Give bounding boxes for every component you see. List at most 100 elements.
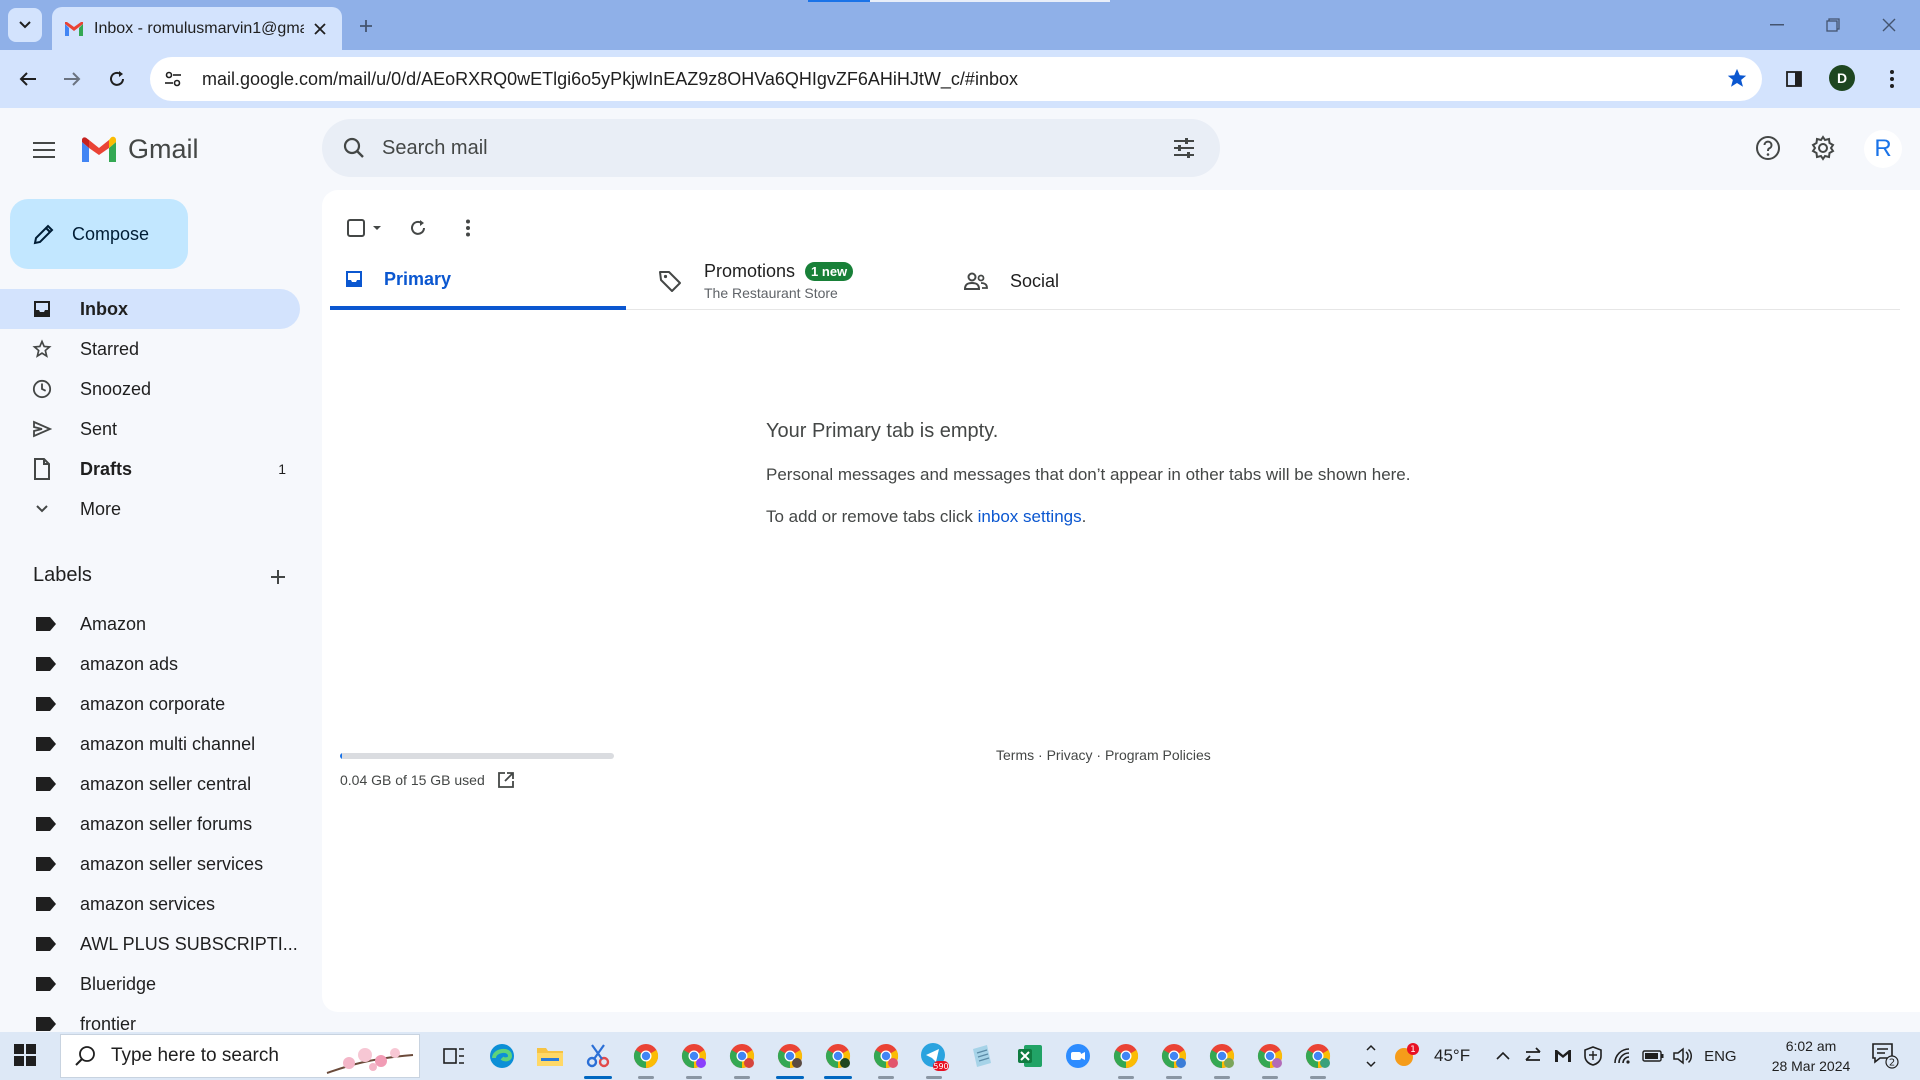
sidebar-item-drafts[interactable]: Drafts 1 [0,449,300,489]
snipping-tool-icon[interactable] [574,1032,622,1080]
chrome-profile-icon[interactable] [718,1032,766,1080]
terms-link[interactable]: Terms [996,747,1034,763]
restore-button[interactable] [1810,10,1856,40]
zoom-icon[interactable] [1054,1032,1102,1080]
bookmark-star-icon[interactable] [1726,67,1748,89]
taskbar-search-box[interactable]: Type here to search [60,1034,420,1078]
sidebar-item-sent[interactable]: Sent [0,409,300,449]
chrome-profile-icon[interactable] [1102,1032,1150,1080]
label-item[interactable]: AWL PLUS SUBSCRIPTI... [0,924,300,964]
account-avatar[interactable]: R [1864,130,1902,168]
chrome-profile-icon[interactable] [1150,1032,1198,1080]
new-tab-button[interactable] [352,12,380,40]
url-text[interactable]: mail.google.com/mail/u/0/d/AEoRXRQ0wETlg… [202,69,1018,90]
file-explorer-icon[interactable] [526,1032,574,1080]
search-icon[interactable] [334,128,374,168]
notepad-icon[interactable] [958,1032,1006,1080]
label-item[interactable]: amazon seller forums [0,804,300,844]
sidebar-item-snoozed[interactable]: Snoozed [0,369,300,409]
wifi-icon[interactable] [1608,1032,1638,1080]
search-options-icon[interactable] [1164,128,1204,168]
language-indicator[interactable]: ENG [1704,1048,1737,1065]
minimize-button[interactable] [1754,10,1800,40]
blossom-decoration-icon [326,1048,414,1074]
security-shield-icon[interactable] [1578,1032,1608,1080]
sidebar-item-inbox[interactable]: Inbox [0,289,300,329]
label-item[interactable]: amazon multi channel [0,724,300,764]
label-item[interactable]: amazon services [0,884,300,924]
tab-close-icon[interactable] [310,19,330,39]
forward-button[interactable] [56,63,88,95]
label-item[interactable]: amazon seller central [0,764,300,804]
sidebar-item-more[interactable]: More [0,489,300,529]
storage-usage-text: 0.04 GB of 15 GB used [340,772,485,788]
transfer-icon[interactable] [1518,1032,1548,1080]
telegram-icon[interactable]: 590 [910,1032,958,1080]
sidebar-item-starred[interactable]: Starred [0,329,300,369]
browser-profile-avatar[interactable]: D [1829,65,1855,91]
taskbar-clock[interactable]: 6:02 am 28 Mar 2024 [1756,1036,1866,1076]
inbox-settings-link[interactable]: inbox settings [978,507,1082,526]
tab-primary[interactable]: Primary [330,252,626,310]
weather-temperature[interactable]: 45°F [1434,1046,1470,1066]
tab-promotions[interactable]: Promotions 1 new The Restaurant Store [646,252,946,310]
search-input[interactable] [382,136,1142,160]
excel-icon[interactable] [1006,1032,1054,1080]
empty-title: Your Primary tab is empty. [766,420,999,442]
compose-button[interactable]: Compose [10,199,188,269]
gmail-tray-icon[interactable] [1548,1032,1578,1080]
battery-icon[interactable] [1638,1032,1668,1080]
browser-menu-button[interactable] [1876,63,1908,95]
program-policies-link[interactable]: Program Policies [1105,747,1211,763]
back-button[interactable] [12,63,44,95]
overflow-chevron-icon[interactable] [1356,1032,1386,1080]
chrome-profile-icon[interactable] [814,1032,862,1080]
chevron-down-icon [32,499,52,519]
show-hidden-icons-icon[interactable] [1488,1032,1518,1080]
refresh-icon [411,220,425,235]
task-view-icon[interactable] [430,1032,478,1080]
label-item[interactable]: Blueridge [0,964,300,1004]
chrome-icon[interactable] [622,1032,670,1080]
label-item[interactable]: amazon corporate [0,684,300,724]
help-icon[interactable] [1748,128,1788,168]
select-all-checkbox[interactable] [338,208,392,248]
chrome-profile-icon[interactable] [1294,1032,1342,1080]
close-window-button[interactable] [1866,10,1912,40]
browser-tab-gmail[interactable]: Inbox - romulusmarvin1@gmail.com - Gmail [52,7,342,50]
weather-icon[interactable]: 1 [1386,1032,1426,1080]
side-panel-button[interactable] [1778,63,1810,95]
volume-icon[interactable] [1668,1032,1698,1080]
tab-search-button[interactable] [8,8,42,42]
more-actions-button[interactable] [448,208,488,248]
chrome-profile-icon[interactable] [1246,1032,1294,1080]
reload-button[interactable] [101,63,133,95]
chrome-profile-icon[interactable] [1198,1032,1246,1080]
site-info-icon[interactable] [156,62,190,96]
label-item[interactable]: amazon seller services [0,844,300,884]
search-bar[interactable] [322,119,1220,177]
address-bar[interactable]: mail.google.com/mail/u/0/d/AEoRXRQ0wETlg… [150,57,1762,101]
windows-start-button[interactable] [14,1044,36,1066]
settings-gear-icon[interactable] [1803,128,1843,168]
refresh-button[interactable] [398,208,438,248]
external-link-icon[interactable] [497,771,515,789]
notification-center-icon[interactable]: 2 [1870,1040,1900,1070]
label-item[interactable]: Amazon [0,604,300,644]
edge-browser-icon[interactable] [478,1032,526,1080]
main-menu-button[interactable] [24,130,64,170]
chrome-profile-icon[interactable] [862,1032,910,1080]
category-tabs: Primary Promotions 1 new The Restaurant … [330,252,1900,310]
sidebar-item-label: Starred [80,339,140,359]
privacy-link[interactable]: Privacy [1047,747,1093,763]
gmail-logo[interactable]: Gmail [80,134,199,165]
label-item[interactable]: amazon ads [0,644,300,684]
tab-social[interactable]: Social [954,252,1254,310]
chrome-profile-icon[interactable] [670,1032,718,1080]
tab-primary-label: Primary [384,268,452,289]
create-label-button[interactable] [264,563,292,591]
compose-label: Compose [72,223,150,244]
browser-toolbar: mail.google.com/mail/u/0/d/AEoRXRQ0wETlg… [0,50,1920,108]
chrome-profile-icon[interactable] [766,1032,814,1080]
empty-description: Personal messages and messages that don’… [766,465,1411,484]
